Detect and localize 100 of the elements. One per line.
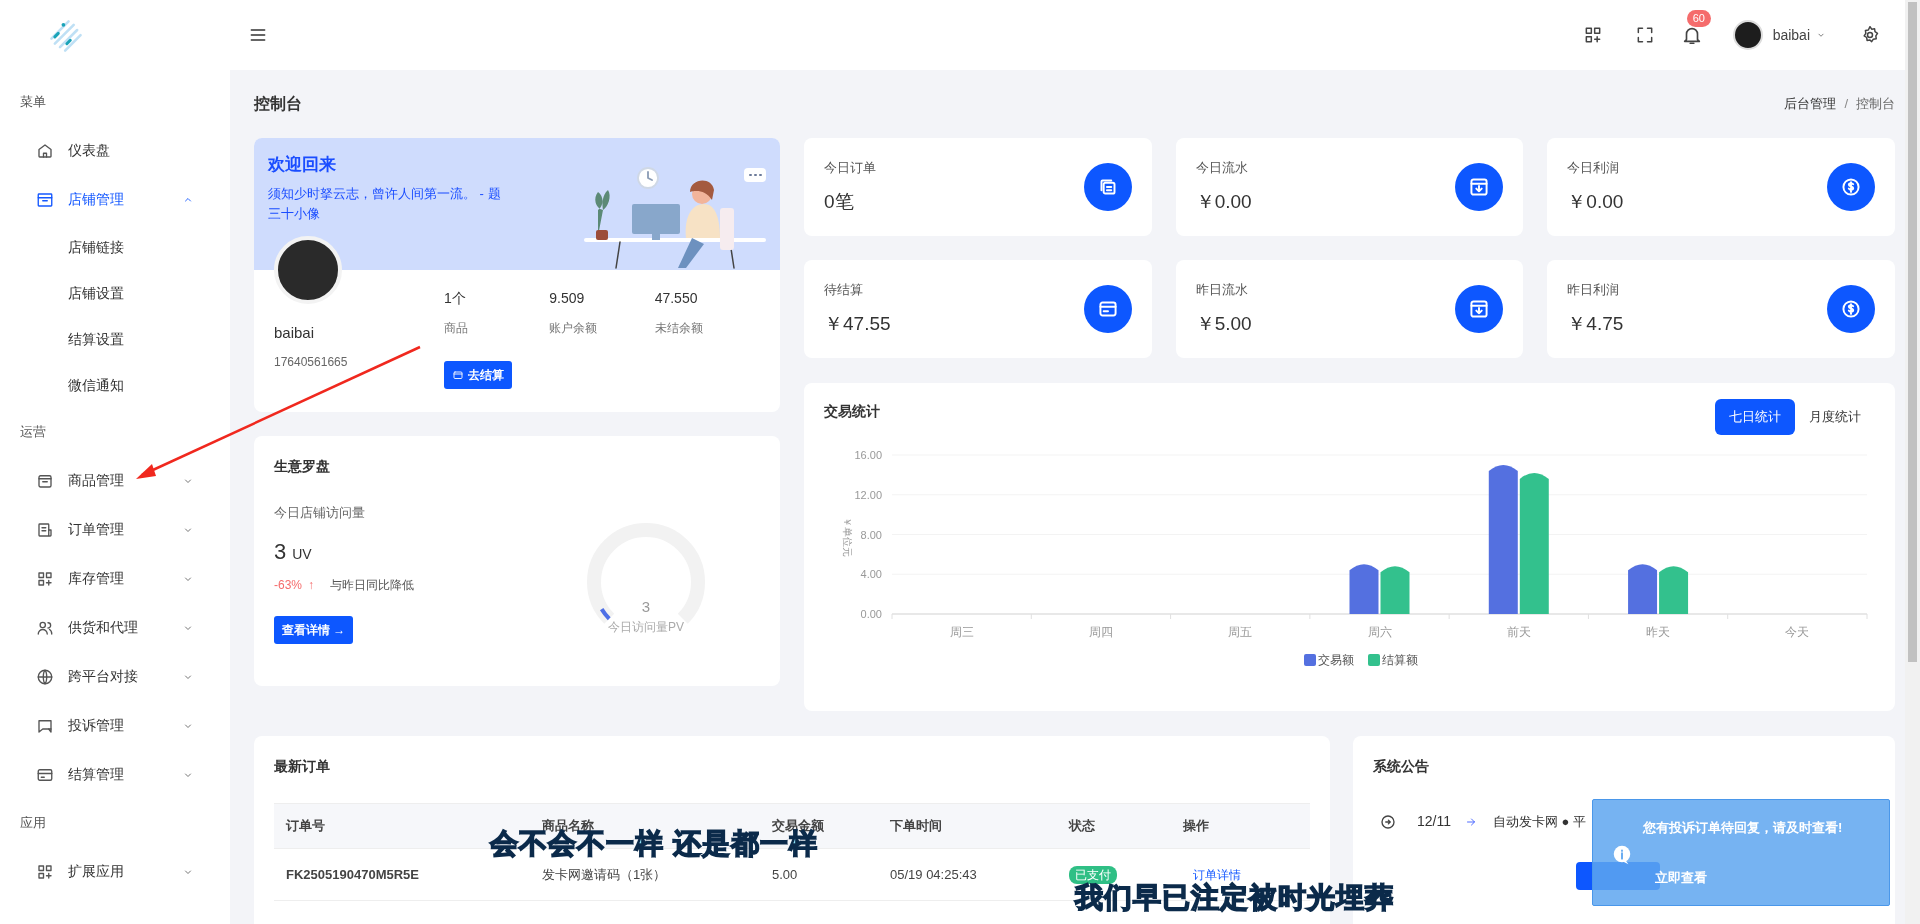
period-tab[interactable]: 七日统计 bbox=[1715, 399, 1795, 435]
chart-bar bbox=[1659, 566, 1689, 614]
period-tab[interactable]: 月度统计 bbox=[1795, 399, 1875, 435]
column-header: 操作 bbox=[1182, 817, 1210, 836]
axis-tick-label: 8.00 bbox=[860, 528, 882, 541]
chart-bar bbox=[1349, 564, 1379, 614]
info-icon bbox=[1611, 844, 1633, 866]
gauge-value: 3 bbox=[641, 598, 651, 615]
comparison-text: 与昨日同比降低 bbox=[330, 576, 414, 594]
visits-unit: UV bbox=[292, 544, 312, 564]
stat-label: 昨日利润 bbox=[1567, 281, 1621, 299]
visits-label: 今日店铺访问量 bbox=[274, 504, 366, 522]
legend-label[interactable]: 交易额 bbox=[1318, 653, 1354, 667]
axis-tick-label: 周五 bbox=[1228, 625, 1253, 639]
column-header: 下单时间 bbox=[889, 817, 943, 836]
table-cell-text: FK2505190470M5R5E bbox=[285, 865, 420, 884]
axis-tick-label: 0.00 bbox=[860, 608, 882, 620]
user-name: baibai bbox=[274, 323, 316, 343]
view-details-button[interactable]: 查看详情 → bbox=[274, 615, 354, 644]
stat-value: ￥47.55 bbox=[824, 311, 892, 336]
scrollbar-thumb[interactable] bbox=[1908, 2, 1917, 662]
notice-text: 自动发卡网 ● 平 bbox=[1493, 812, 1587, 831]
legend-swatch bbox=[1304, 654, 1316, 666]
sidebar-item[interactable]: 结算管理 bbox=[0, 750, 230, 799]
submenu-item[interactable]: 店铺设置 bbox=[0, 270, 230, 316]
grid-plus-icon bbox=[36, 862, 54, 881]
visits-value: 3 bbox=[274, 537, 287, 566]
popup-message: 您有投诉订单待回复，请及时查看! bbox=[1643, 819, 1843, 837]
stat-value: 0笔 bbox=[824, 189, 855, 214]
sidebar-item[interactable]: 跨平台对接 bbox=[0, 652, 230, 701]
gauge-label: 今日访问量PV bbox=[608, 620, 684, 634]
sidebar-item[interactable]: 供货和代理 bbox=[0, 603, 230, 652]
card-title: 系统公告 bbox=[1373, 757, 1430, 776]
sidebar-item[interactable]: 库存管理 bbox=[0, 554, 230, 603]
sidebar-item[interactable]: 商品管理 bbox=[0, 456, 230, 505]
card-title: 交易统计 bbox=[824, 402, 881, 421]
table-cell-text: 05/19 04:25:43 bbox=[889, 865, 978, 884]
stat-value: 47.550 bbox=[654, 289, 699, 308]
stat-label: 今日订单 bbox=[824, 159, 877, 177]
arrow-right-icon bbox=[1465, 815, 1477, 828]
stat-label: 商品 bbox=[444, 320, 469, 337]
video-subtitle: 我们早已注定被时光埋葬 bbox=[1075, 884, 1394, 912]
stat-label: 今日利润 bbox=[1567, 159, 1621, 177]
welcome-title: 欢迎回来 bbox=[268, 154, 337, 176]
storefront-icon bbox=[36, 190, 54, 209]
stat-label: 账户余额 bbox=[549, 320, 599, 337]
card-title: 最新订单 bbox=[274, 757, 331, 776]
order-details-link[interactable]: 订单详情 bbox=[1193, 867, 1241, 882]
sidebar-item[interactable]: 店铺管理 bbox=[0, 175, 230, 224]
stat-label: 待结算 bbox=[824, 281, 864, 299]
user-name[interactable]: baibai bbox=[1772, 24, 1810, 46]
stat-label: 今日流水 bbox=[1195, 159, 1249, 177]
sidebar-item[interactable]: 扩展应用 bbox=[0, 847, 230, 896]
axis-tick-label: 12.00 bbox=[854, 488, 882, 501]
breadcrumb-link[interactable]: 后台管理 bbox=[1784, 94, 1837, 114]
card-title: 生意罗盘 bbox=[274, 457, 331, 476]
stat-value: 1个 bbox=[444, 289, 467, 308]
axis-title: ￥单位元 bbox=[842, 516, 853, 557]
axis-tick-label: 昨天 bbox=[1646, 625, 1671, 639]
settle-button[interactable]: 去结算 bbox=[444, 361, 512, 389]
column-header: 状态 bbox=[1067, 817, 1096, 836]
legend-label[interactable]: 结算额 bbox=[1382, 653, 1418, 667]
page-title: 控制台 bbox=[254, 94, 303, 114]
user-avatar[interactable] bbox=[1732, 20, 1763, 50]
submenu-item[interactable]: 微信通知 bbox=[0, 362, 230, 408]
stat-value: ￥0.00 bbox=[1195, 189, 1253, 214]
chart-bar bbox=[1380, 566, 1410, 614]
globe-icon bbox=[36, 667, 54, 686]
axis-tick-label: 周四 bbox=[1088, 625, 1113, 639]
stat-label: 昨日流水 bbox=[1195, 281, 1249, 299]
logo-icon bbox=[48, 18, 84, 54]
wallet-icon bbox=[452, 369, 464, 381]
stat-value: ￥0.00 bbox=[1567, 189, 1625, 214]
table-cell-text: 发卡网邀请码（1张） bbox=[541, 865, 668, 884]
column-header: 订单号 bbox=[285, 817, 326, 836]
stat-label: 未结余额 bbox=[654, 320, 704, 337]
chart-bar bbox=[1628, 564, 1658, 614]
grid-plus-icon bbox=[36, 569, 54, 588]
stat-value: ￥4.75 bbox=[1567, 311, 1625, 336]
document-icon bbox=[36, 520, 54, 539]
section-heading: 应用 bbox=[19, 814, 47, 833]
stat-value: 9.509 bbox=[549, 289, 586, 308]
axis-tick-label: 今天 bbox=[1785, 625, 1810, 639]
axis-tick-label: 16.00 bbox=[854, 449, 882, 461]
axis-tick-label: 周六 bbox=[1367, 625, 1392, 639]
section-heading: 运营 bbox=[19, 423, 47, 442]
stat-value: ￥5.00 bbox=[1195, 311, 1253, 336]
sidebar-item[interactable]: 仪表盘 bbox=[0, 126, 230, 175]
axis-tick-label: 前天 bbox=[1506, 625, 1531, 639]
submenu-item[interactable]: 结算设置 bbox=[0, 316, 230, 362]
submenu-item[interactable]: 店铺链接 bbox=[0, 224, 230, 270]
status-tag: 已支付 bbox=[1069, 865, 1117, 884]
legend-swatch bbox=[1368, 654, 1380, 666]
phone-number: 17640561665 bbox=[274, 353, 349, 371]
breadcrumb-link[interactable]: 控制台 bbox=[1856, 94, 1895, 114]
sidebar-item[interactable]: 订单管理 bbox=[0, 505, 230, 554]
sidebar-item[interactable]: 投诉管理 bbox=[0, 701, 230, 750]
change-percent: -63% bbox=[274, 576, 302, 594]
notification-badge: 60 bbox=[1686, 10, 1711, 27]
notice-date: 12/11 bbox=[1417, 812, 1451, 831]
